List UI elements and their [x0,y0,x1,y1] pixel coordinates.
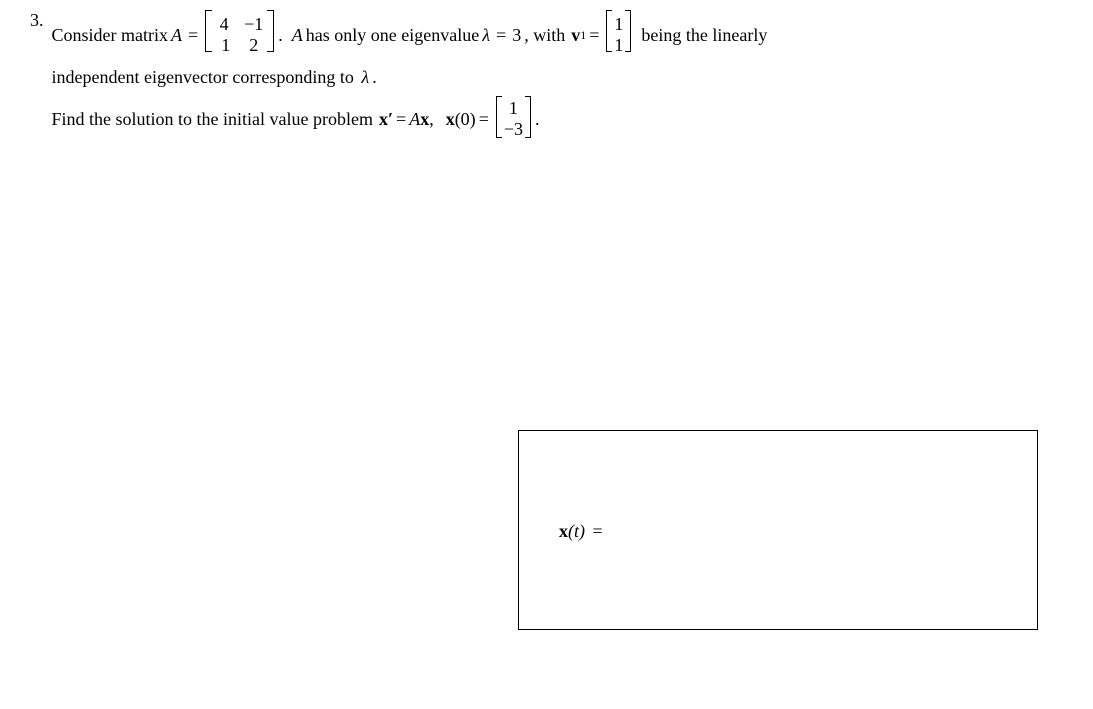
text-independent: independent eigenvector corresponding to [52,67,354,87]
zero-arg: (0) [455,109,476,130]
bracket-left-icon [205,10,212,61]
vec-cell: 1 [614,14,623,36]
symbol-x-prime: x′ [379,109,393,130]
equals-4: = [396,109,406,130]
answer-x: x [559,521,568,541]
text-has-only: has only one eigenvalue [306,21,479,50]
bracket-right-icon [625,10,631,61]
vector-x0: 1 −3 [496,96,531,143]
symbol-lambda-2: λ [361,67,369,87]
matrix-cell: 2 [246,35,262,57]
matrix-cell: −1 [244,14,263,36]
symbol-A: A [171,21,182,50]
equals-2: = [496,21,506,50]
text-being: being the linearly [641,21,767,50]
matrix-cell: 1 [218,35,234,57]
vec-cell: 1 [614,35,623,57]
problem-container: 3. Consider matrix A = 4 −1 1 2 [30,10,1063,143]
vec-v1-content: 1 1 [612,14,625,57]
symbol-Ax: A [409,109,420,130]
vec-cell: −3 [504,119,523,141]
matrix-A-content: 4 −1 1 2 [212,14,267,57]
problem-body: Consider matrix A = 4 −1 1 2 . [52,10,1064,143]
symbol-v: v [571,21,580,50]
symbol-A-2: A [292,21,303,50]
period-3: . [535,109,540,130]
vec-x0-content: 1 −3 [502,98,525,141]
problem-number: 3. [30,10,44,31]
answer-t: (t) [568,521,585,541]
answer-box: x(t) = [518,430,1038,630]
matrix-A: 4 −1 1 2 [205,10,274,61]
period-2: . [372,67,377,87]
v-subscript: 1 [580,26,586,45]
text-find: Find the solution to the initial value p… [52,109,373,130]
equals-1: = [188,21,198,50]
equals-3: = [589,21,599,50]
line-2: independent eigenvector corresponding to… [52,67,1064,88]
line-3: Find the solution to the initial value p… [52,96,1064,143]
text-with: , with [524,21,565,50]
text-consider: Consider matrix [52,21,168,50]
vec-cell: 1 [504,98,523,120]
answer-equals: = [593,521,603,541]
period-1: . [278,21,283,50]
bracket-right-icon [525,96,531,143]
symbol-lambda: λ [482,21,490,50]
bracket-right-icon [267,10,274,61]
symbol-x0: x [446,109,455,130]
vector-v1: 1 1 [606,10,631,61]
lambda-value: 3 [512,21,521,50]
equals-5: = [479,109,489,130]
answer-label: x(t) = [559,521,606,542]
matrix-cell: 4 [216,14,232,36]
line-1: Consider matrix A = 4 −1 1 2 . [52,10,1064,61]
comma: , [429,109,434,130]
